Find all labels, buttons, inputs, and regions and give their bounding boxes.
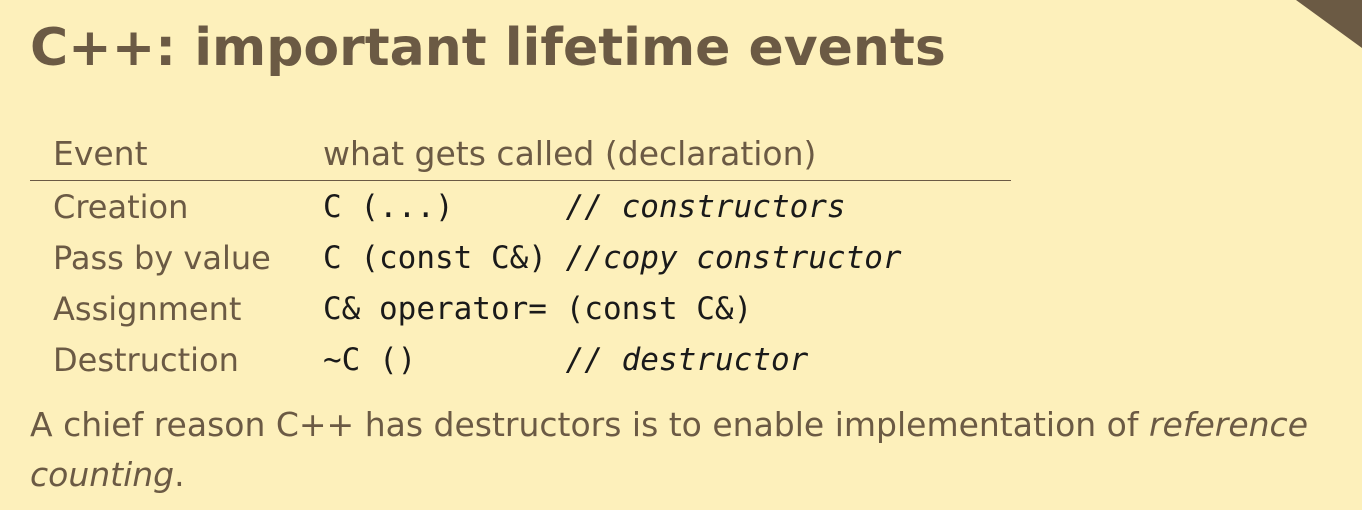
row-event-label: Destruction bbox=[53, 340, 239, 379]
row-event-label: Pass by value bbox=[53, 238, 271, 277]
table-row: Creation C (...) // constructors bbox=[30, 181, 1011, 233]
header-event: Event bbox=[30, 128, 323, 181]
table-row: Assignment C& operator= (const C&) bbox=[30, 283, 1011, 334]
header-call: what gets called (declaration) bbox=[323, 128, 1011, 181]
explanation-note: A chief reason C++ has destructors is to… bbox=[30, 400, 1340, 500]
row-declaration: C (const C&) //copy constructor bbox=[323, 232, 1011, 283]
note-text: A chief reason C++ has destructors is to… bbox=[30, 405, 1149, 444]
table-header-row: Event what gets called (declaration) bbox=[30, 128, 1011, 181]
note-period: . bbox=[174, 455, 185, 494]
slide-corner-tab bbox=[1296, 0, 1362, 48]
row-event-label: Creation bbox=[53, 187, 189, 226]
row-declaration: C& operator= (const C&) bbox=[323, 283, 1011, 334]
declaration-comment: // constructors bbox=[565, 189, 846, 225]
table-row: Pass by value C (const C&) //copy constr… bbox=[30, 232, 1011, 283]
row-declaration: C (...) // constructors bbox=[323, 181, 1011, 233]
declaration-code: C (const C&) bbox=[323, 240, 566, 276]
row-declaration: ~C () // destructor bbox=[323, 334, 1011, 385]
slide-title: C++: important lifetime events bbox=[30, 18, 946, 78]
lifetime-events-table: Event what gets called (declaration) Cre… bbox=[30, 128, 1011, 385]
table-row: Destruction ~C () // destructor bbox=[30, 334, 1011, 385]
declaration-code: C (...) bbox=[323, 189, 566, 225]
declaration-code: C& operator= (const C&) bbox=[323, 291, 753, 327]
row-event-label: Assignment bbox=[53, 289, 242, 328]
declaration-code: ~C () bbox=[323, 342, 566, 378]
declaration-comment: // destructor bbox=[565, 342, 809, 378]
declaration-comment: //copy constructor bbox=[565, 240, 902, 276]
